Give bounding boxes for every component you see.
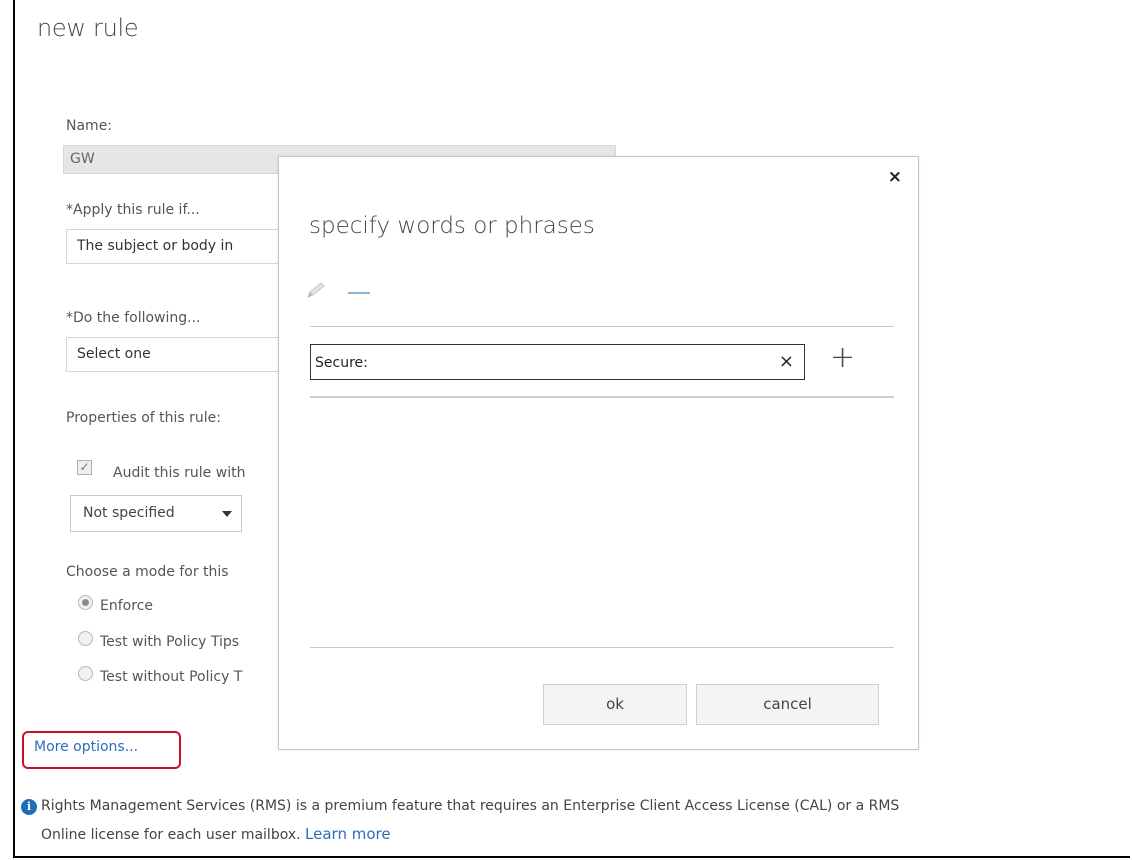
properties-label: Properties of this rule:: [66, 410, 221, 426]
list-bottom-divider: [310, 647, 894, 648]
pencil-icon[interactable]: [305, 281, 329, 299]
mode-test-no-tips-radio[interactable]: [78, 666, 93, 681]
mode-enforce-radio[interactable]: [78, 595, 93, 610]
mode-test-no-tips-label: Test without Policy T: [100, 669, 243, 685]
mode-label: Choose a mode for this: [66, 564, 229, 580]
severity-dropdown[interactable]: Not specified: [70, 495, 242, 532]
chevron-down-icon: [222, 511, 232, 517]
page-title: new rule: [37, 14, 139, 42]
add-icon[interactable]: +: [830, 340, 855, 375]
clear-icon[interactable]: ×: [779, 351, 794, 372]
mode-test-tips-label: Test with Policy Tips: [100, 634, 240, 650]
rms-info-text: Rights Management Services (RMS) is a pr…: [41, 798, 900, 814]
audit-checkbox[interactable]: ✓: [77, 460, 92, 475]
toolbar-divider: [310, 326, 894, 327]
severity-value: Not specified: [83, 505, 175, 521]
word-phrase-input[interactable]: Secure: ×: [310, 344, 805, 380]
apply-rule-label: *Apply this rule if...: [66, 202, 200, 218]
audit-label: Audit this rule with: [113, 465, 246, 481]
remove-icon[interactable]: [348, 292, 370, 294]
input-divider: [310, 396, 894, 398]
info-icon: i: [21, 799, 37, 815]
more-options-link[interactable]: More options...: [22, 731, 181, 769]
dialog-title: specify words or phrases: [309, 213, 595, 239]
rms-info-text-line2-body: Online license for each user mailbox.: [41, 827, 301, 843]
mode-enforce-label: Enforce: [100, 598, 153, 614]
do-following-label: *Do the following...: [66, 310, 201, 326]
name-label: Name:: [66, 118, 113, 134]
close-icon[interactable]: ×: [888, 167, 902, 187]
learn-more-link[interactable]: Learn more: [305, 825, 391, 843]
ok-button[interactable]: ok: [543, 684, 687, 725]
rms-info-text-line2: Online license for each user mailbox. Le…: [41, 825, 391, 843]
word-phrase-value: Secure:: [315, 355, 368, 371]
mode-test-tips-radio[interactable]: [78, 631, 93, 646]
specify-words-dialog: × specify words or phrases Secure: × + o…: [278, 156, 919, 750]
cancel-button[interactable]: cancel: [696, 684, 879, 725]
